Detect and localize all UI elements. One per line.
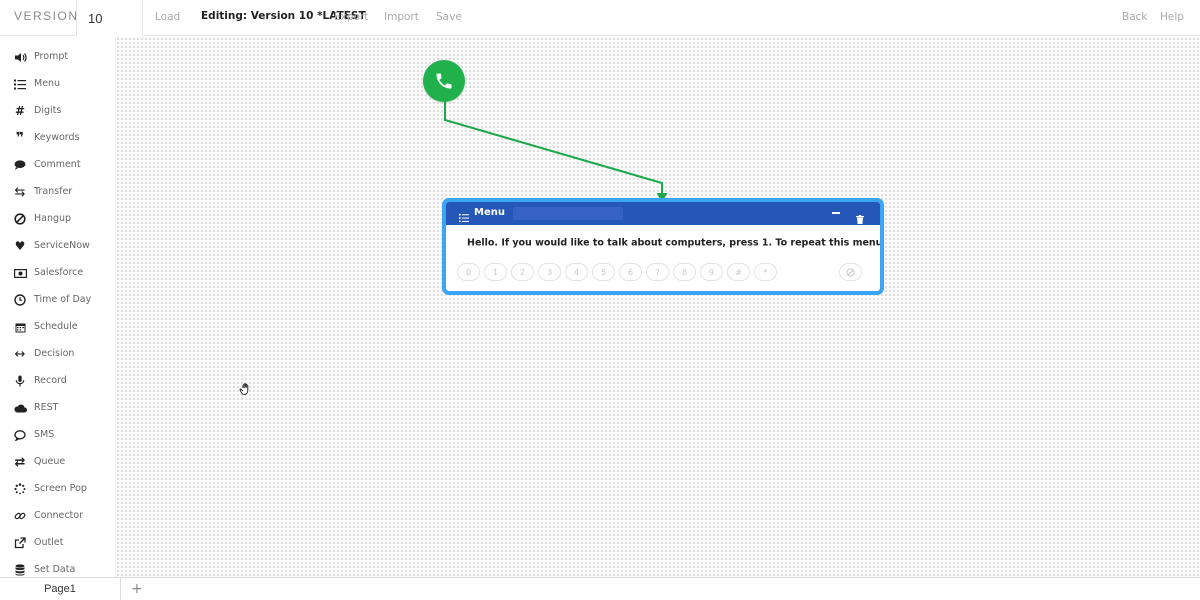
sidebar-item-label: Connector — [34, 510, 83, 521]
tab-page1[interactable]: Page1 — [0, 578, 121, 600]
menu-node-title: Menu — [474, 207, 505, 218]
menu-node-header[interactable]: Menu — [446, 202, 880, 225]
menu-node-name-field[interactable] — [513, 207, 623, 220]
speaker-icon — [12, 49, 28, 65]
menu-key-2[interactable]: 2 — [511, 263, 534, 281]
sidebar-item-label: Menu — [34, 78, 61, 89]
external-link-icon — [12, 535, 28, 551]
link-icon — [12, 508, 28, 524]
sidebar-item-comment[interactable]: Comment — [0, 152, 116, 178]
sidebar-item-label: SMS — [34, 429, 55, 440]
menu-key-9[interactable]: 9 — [700, 263, 723, 281]
menu-key-3[interactable]: 3 — [538, 263, 561, 281]
save-button[interactable]: Save — [436, 11, 462, 23]
start-call-node[interactable] — [423, 60, 465, 102]
menu-key-star[interactable]: * — [754, 263, 777, 281]
sidebar-item-label: Screen Pop — [34, 483, 87, 494]
sidebar-item-label: Salesforce — [34, 267, 84, 278]
transfer-icon: ⇆ — [14, 184, 26, 200]
ban-icon — [846, 267, 855, 277]
menu-key-0[interactable]: 0 — [457, 263, 480, 281]
sidebar-item-keywords[interactable]: ❞ Keywords — [0, 125, 116, 151]
page-tabs-bar: Page1 + — [0, 577, 1200, 600]
sidebar-item-menu[interactable]: Menu — [0, 71, 116, 97]
sidebar-item-record[interactable]: Record — [0, 368, 116, 394]
hash-icon: # — [14, 104, 26, 118]
cloud-icon — [12, 400, 28, 416]
sidebar-item-servicenow[interactable]: ♥ ServiceNow — [0, 233, 116, 259]
sidebar-item-decision[interactable]: ↔ Decision — [0, 341, 116, 367]
version-label: VERSION — [14, 9, 79, 23]
sidebar-item-screen-pop[interactable]: Screen Pop — [0, 476, 116, 502]
sidebar-item-label: Keywords — [34, 132, 80, 143]
quote-icon: ❞ — [15, 130, 25, 146]
sidebar-item-salesforce[interactable]: Salesforce — [0, 260, 116, 286]
menu-prompt-text[interactable]: Hello. If you would like to talk about c… — [467, 237, 880, 249]
sidebar-item-prompt[interactable]: Prompt — [0, 44, 116, 70]
hand-cursor-icon — [239, 383, 249, 395]
sidebar-item-label: Time of Day — [34, 294, 92, 305]
menu-key-4[interactable]: 4 — [565, 263, 588, 281]
comment-icon — [12, 157, 28, 173]
sidebar-item-queue[interactable]: ⇄ Queue — [0, 449, 116, 475]
sidebar-item-label: REST — [34, 402, 59, 413]
list-icon — [459, 208, 469, 227]
sidebar-item-label: Prompt — [34, 51, 69, 62]
back-button[interactable]: Back — [1122, 11, 1148, 23]
sidebar-item-schedule[interactable]: Schedule — [0, 314, 116, 340]
sidebar-item-sms[interactable]: SMS — [0, 422, 116, 448]
ban-icon — [12, 211, 28, 227]
sidebar-item-label: Hangup — [34, 213, 72, 224]
flow-canvas[interactable] — [116, 37, 1200, 577]
database-icon — [12, 562, 28, 578]
menu-key-8[interactable]: 8 — [673, 263, 696, 281]
sidebar-item-label: Queue — [34, 456, 66, 467]
sidebar-item-hangup[interactable]: Hangup — [0, 206, 116, 232]
load-button[interactable]: Load — [155, 11, 180, 23]
sidebar-item-label: Record — [34, 375, 67, 386]
money-icon — [12, 265, 28, 281]
sidebar-item-outlet[interactable]: Outlet — [0, 530, 116, 556]
menu-key-hash[interactable]: # — [727, 263, 750, 281]
minimize-icon[interactable] — [832, 212, 840, 214]
sidebar-item-label: Decision — [34, 348, 75, 359]
menu-key-6[interactable]: 6 — [619, 263, 642, 281]
menu-key-7[interactable]: 7 — [646, 263, 669, 281]
sidebar-item-label: Transfer — [34, 186, 73, 197]
trash-icon[interactable] — [856, 209, 864, 228]
sidebar-item-digits[interactable]: # Digits — [0, 98, 116, 124]
sidebar-item-time-of-day[interactable]: Time of Day — [0, 287, 116, 313]
sidebar-item-label: Comment — [34, 159, 81, 170]
sidebar-item-label: ServiceNow — [34, 240, 90, 251]
heart-icon: ♥ — [14, 239, 26, 253]
calendar-icon — [12, 319, 28, 335]
sidebar-item-label: Set Data — [34, 564, 76, 575]
version-input[interactable] — [76, 0, 143, 36]
list-icon — [12, 76, 28, 92]
menu-key-1[interactable]: 1 — [484, 263, 507, 281]
top-toolbar: VERSION Load Editing: Version 10 *LATEST… — [0, 0, 1200, 36]
queue-icon: ⇄ — [14, 454, 26, 470]
import-button[interactable]: Import — [384, 11, 419, 23]
spinner-icon — [12, 481, 28, 497]
menu-node[interactable]: Menu Hello. If you would like to talk ab… — [442, 198, 884, 295]
node-palette-sidebar: Prompt Menu # Digits ❞ Keywords Comment … — [0, 37, 116, 577]
sidebar-item-label: Outlet — [34, 537, 64, 548]
phone-icon — [436, 73, 452, 89]
microphone-icon — [12, 373, 28, 389]
help-button[interactable]: Help — [1160, 11, 1184, 23]
sidebar-item-label: Digits — [34, 105, 62, 116]
sidebar-item-connector[interactable]: Connector — [0, 503, 116, 529]
menu-key-5[interactable]: 5 — [592, 263, 615, 281]
sidebar-item-label: Schedule — [34, 321, 78, 332]
sidebar-item-transfer[interactable]: ⇆ Transfer — [0, 179, 116, 205]
arrows-horizontal-icon: ↔ — [14, 346, 26, 362]
speech-bubble-icon — [12, 427, 28, 443]
clock-icon — [12, 292, 28, 308]
menu-key-no-input[interactable] — [839, 263, 862, 281]
add-page-button[interactable]: + — [131, 581, 143, 597]
export-button[interactable]: Export — [334, 11, 368, 23]
sidebar-item-rest[interactable]: REST — [0, 395, 116, 421]
